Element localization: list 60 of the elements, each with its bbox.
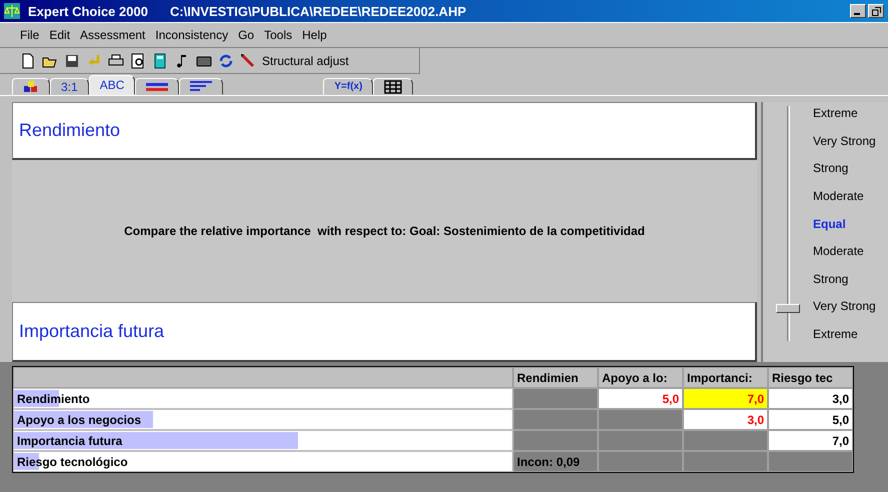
- structural-adjust-button[interactable]: Structural adjust: [262, 54, 349, 68]
- tab[interactable]: [179, 78, 224, 95]
- column-header: Importanci:: [683, 367, 768, 388]
- row-name: Importancia futura: [17, 434, 122, 448]
- horizontal-bars-icon: [146, 82, 168, 92]
- print-icon[interactable]: [108, 52, 124, 68]
- judgment-cell[interactable]: 5,0: [598, 388, 683, 409]
- menu-item[interactable]: Edit: [49, 28, 70, 42]
- grid-icon: [384, 80, 402, 94]
- scales-icon: [4, 3, 20, 19]
- menu-item[interactable]: File: [20, 28, 40, 42]
- judgment-cell[interactable]: 5,0: [768, 409, 853, 430]
- scale-label: Equal: [813, 216, 847, 230]
- row-name: Apoyo a los negocios: [17, 412, 142, 426]
- column-header: Riesgo tec: [768, 367, 853, 388]
- print-preview-icon[interactable]: [130, 52, 146, 68]
- row-name: Riesgo tecnológico: [17, 454, 128, 468]
- column-header: Rendimien: [513, 367, 598, 388]
- column-header: Apoyo a lo:: [598, 367, 683, 388]
- tab[interactable]: ABC: [88, 75, 136, 95]
- tab[interactable]: [135, 78, 180, 95]
- scale-label: Moderate: [813, 188, 865, 203]
- scale-label: Extreme: [813, 327, 859, 341]
- restore-button[interactable]: [868, 4, 884, 18]
- tab[interactable]: Y=f(x): [323, 78, 374, 95]
- menu-item[interactable]: Inconsistency: [155, 28, 228, 42]
- element-name: Rendimiento: [19, 120, 120, 141]
- scale-label: Strong: [813, 272, 850, 286]
- menu-item[interactable]: Help: [302, 28, 327, 42]
- element-name: Importancia futura: [19, 321, 164, 342]
- window-title: Expert Choice 2000: [28, 4, 148, 18]
- inconsistency-cell: Incon: 0,09: [513, 451, 598, 472]
- row-name: Rendimiento: [17, 392, 90, 406]
- menu-item[interactable]: Tools: [264, 28, 292, 42]
- scale-label: Very Strong: [813, 299, 876, 314]
- scale-label: Very Strong: [813, 134, 876, 148]
- scale-label: Extreme: [813, 106, 859, 120]
- tab[interactable]: [373, 78, 414, 95]
- judgment-cell[interactable]: 7,0: [683, 388, 768, 409]
- restore-icon: [872, 6, 880, 16]
- comparison-prompt: Compare the relative importance with respect to: Goal: Sostenimiento de la competitividad: [124, 224, 645, 238]
- cubes-icon: [23, 80, 39, 94]
- judgment-cell[interactable]: 7,0: [768, 430, 853, 451]
- bar-lines-icon: [190, 80, 212, 92]
- slider-thumb[interactable]: [776, 304, 800, 313]
- magic-wand-icon[interactable]: [240, 52, 256, 68]
- tab[interactable]: [12, 78, 50, 95]
- judgment-cell[interactable]: 3,0: [683, 409, 768, 430]
- tab[interactable]: 3:1: [50, 78, 89, 95]
- menu-item[interactable]: Assessment: [80, 28, 146, 42]
- scale-label: Moderate: [813, 244, 865, 258]
- new-file-icon[interactable]: [20, 52, 36, 68]
- judgment-cell[interactable]: 3,0: [768, 388, 853, 409]
- menu-item[interactable]: Go: [238, 28, 254, 42]
- save-icon[interactable]: [64, 52, 80, 68]
- scale-label: Strong: [813, 161, 850, 176]
- minimize-button[interactable]: [850, 4, 866, 18]
- file-path: C:\INVESTIG\PUBLICA\REDEE\REDEE2002.AHP: [170, 4, 466, 18]
- refresh-icon[interactable]: [218, 52, 234, 68]
- calculator-icon[interactable]: [152, 52, 168, 68]
